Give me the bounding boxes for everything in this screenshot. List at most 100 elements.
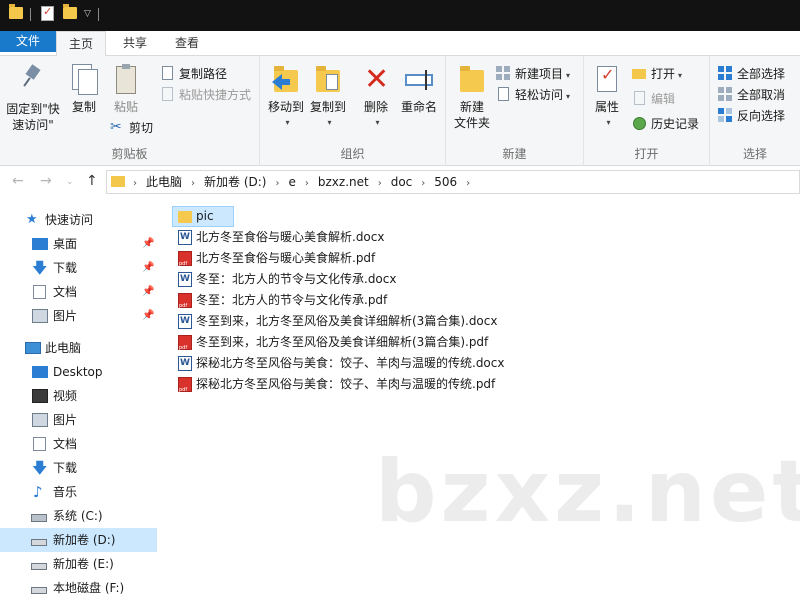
select-all-label: 全部选择 <box>737 67 786 81</box>
properties-quick-icon[interactable] <box>41 5 54 21</box>
select-all-icon <box>718 66 734 80</box>
open-label: 打开 <box>651 67 676 81</box>
copy-path-icon <box>160 66 176 80</box>
copy-path-label: 复制路径 <box>179 67 228 81</box>
system-drive-icon <box>31 514 47 522</box>
chevron-right-icon[interactable]: › <box>191 178 195 189</box>
tab-file[interactable]: 文件 <box>0 31 56 52</box>
up-arrow-icon[interactable]: ↑ <box>86 173 98 189</box>
paste-button[interactable]: 粘贴 <box>108 62 144 115</box>
history-icon <box>632 116 648 130</box>
ribbon-tab-bar: 文件 主页 共享 查看 <box>0 31 800 57</box>
folder-icon <box>111 176 125 187</box>
title-bar: ▽ <box>0 0 800 31</box>
pin-icon[interactable]: 📌 <box>142 304 154 328</box>
pdf-icon <box>178 335 192 359</box>
chevron-right-icon[interactable]: › <box>275 178 279 189</box>
properties-button[interactable]: 属性 ▾ <box>590 62 624 131</box>
sidebar-item-this-pc[interactable]: 此电脑 <box>0 336 157 360</box>
easy-access-button[interactable]: 轻松访问 ▾ <box>496 85 570 105</box>
paste-shortcut-button[interactable]: 粘贴快捷方式 <box>160 85 251 105</box>
new-folder-button[interactable]: 新建 文件夹 <box>450 62 494 131</box>
sidebar-item-pictures[interactable]: 图片 📌 <box>0 304 157 328</box>
folder-icon <box>178 211 192 223</box>
word-doc-icon <box>178 227 192 248</box>
new-folder-icon <box>456 64 488 96</box>
sidebar-item-drive-e[interactable]: 新加卷 (E:) <box>0 552 157 576</box>
tab-share[interactable]: 共享 <box>110 31 160 56</box>
select-none-icon <box>718 87 734 101</box>
chevron-right-icon[interactable]: › <box>378 178 382 189</box>
open-button[interactable]: 打开 ▾ <box>632 64 682 84</box>
pin-icon[interactable]: 📌 <box>142 232 154 256</box>
pin-label: 固定到"快 速访问" <box>6 102 60 132</box>
forward-arrow-icon[interactable]: → <box>40 173 52 189</box>
sidebar-item-downloads-pc[interactable]: 🡇 下载 <box>0 456 157 480</box>
tab-view[interactable]: 查看 <box>162 31 212 56</box>
move-to-button[interactable]: 移动到 ▾ <box>266 62 306 131</box>
sidebar-item-documents[interactable]: 文档 📌 <box>0 280 157 304</box>
desktop-icon <box>32 366 48 378</box>
chevron-right-icon[interactable]: › <box>305 178 309 189</box>
chevron-down-icon: ▾ <box>566 71 571 80</box>
sidebar-item-drive-c[interactable]: 系统 (C:) <box>0 504 157 528</box>
cut-button[interactable]: ✂ 剪切 <box>110 118 153 138</box>
pdf-icon <box>178 377 192 401</box>
star-icon: ★ <box>26 212 38 227</box>
copy-to-button[interactable]: 复制到 ▾ <box>308 62 348 131</box>
chevron-right-icon[interactable]: › <box>466 178 470 189</box>
tab-home[interactable]: 主页 <box>56 31 106 57</box>
breadcrumb-item[interactable]: e <box>288 175 295 189</box>
sidebar-item-desktop[interactable]: 桌面 📌 <box>0 232 157 256</box>
sidebar-item-drive-f[interactable]: 本地磁盘 (F:) <box>0 576 157 600</box>
picture-icon <box>32 413 48 427</box>
edit-label: 编辑 <box>651 92 676 106</box>
new-item-button[interactable]: 新建项目 ▾ <box>496 64 570 84</box>
sidebar-item-music[interactable]: ♪ 音乐 <box>0 480 157 504</box>
sidebar-item-videos[interactable]: 视频 <box>0 384 157 408</box>
pin-icon[interactable]: 📌 <box>142 256 154 280</box>
copy-to-icon <box>312 64 344 96</box>
breadcrumb-item[interactable]: 此电脑 <box>146 175 182 189</box>
back-arrow-icon[interactable]: ← <box>12 173 24 189</box>
new-folder-quick-icon[interactable] <box>63 4 77 19</box>
sidebar-item-downloads[interactable]: 🡇 下载 📌 <box>0 256 157 280</box>
pdf-icon <box>178 293 192 317</box>
select-all-button[interactable]: 全部选择 <box>718 64 785 84</box>
picture-icon <box>32 309 48 323</box>
drive-icon <box>31 563 47 570</box>
recent-locations-chevron-icon[interactable]: ⌄ <box>66 177 74 187</box>
breadcrumb-item[interactable]: bzxz.net <box>318 175 369 189</box>
rename-button[interactable]: 重命名 <box>398 62 440 115</box>
sidebar-item-desktop-pc[interactable]: Desktop <box>0 360 157 384</box>
delete-button[interactable]: ✕ 删除 ▾ <box>358 62 394 131</box>
sidebar-item-drive-d[interactable]: 新加卷 (D:) <box>0 528 157 552</box>
invert-selection-button[interactable]: 反向选择 <box>718 106 785 126</box>
history-button[interactable]: 历史记录 <box>632 114 699 134</box>
sidebar-item-pictures-pc[interactable]: 图片 <box>0 408 157 432</box>
address-bar[interactable]: › 此电脑 › 新加卷 (D:) › e › bzxz.net › doc › 506 › <box>106 170 800 194</box>
open-icon <box>632 66 648 80</box>
toolbar-separator <box>30 8 31 21</box>
sidebar-item-quick-access[interactable]: ★ 快速访问 <box>0 208 157 232</box>
new-group: 新建 文件夹 新建项目 ▾ 轻松访问 ▾ 新建 <box>446 56 584 166</box>
select-none-button[interactable]: 全部取消 <box>718 85 785 105</box>
easy-access-icon <box>496 87 512 101</box>
organize-group-label: 组织 <box>340 147 365 161</box>
customize-toolbar-chevron-icon[interactable]: ▽ <box>84 9 91 19</box>
clipboard-icon <box>110 64 142 96</box>
breadcrumb-item[interactable]: 506 <box>434 175 457 189</box>
breadcrumb-item[interactable]: doc <box>391 175 413 189</box>
copy-path-button[interactable]: 复制路径 <box>160 64 227 84</box>
invert-selection-icon <box>718 108 734 122</box>
chevron-right-icon: › <box>133 178 137 189</box>
sidebar-item-documents-pc[interactable]: 文档 <box>0 432 157 456</box>
chevron-down-icon: ▾ <box>375 118 380 127</box>
copy-button[interactable]: 复制 <box>66 62 102 115</box>
pin-to-quick-access-button[interactable]: 固定到"快 速访问" <box>4 62 62 133</box>
pin-icon[interactable]: 📌 <box>142 280 154 304</box>
edit-button[interactable]: 编辑 <box>632 89 675 109</box>
chevron-right-icon[interactable]: › <box>421 178 425 189</box>
breadcrumb-item[interactable]: 新加卷 (D:) <box>204 175 266 189</box>
move-to-label: 移动到 <box>267 100 304 114</box>
